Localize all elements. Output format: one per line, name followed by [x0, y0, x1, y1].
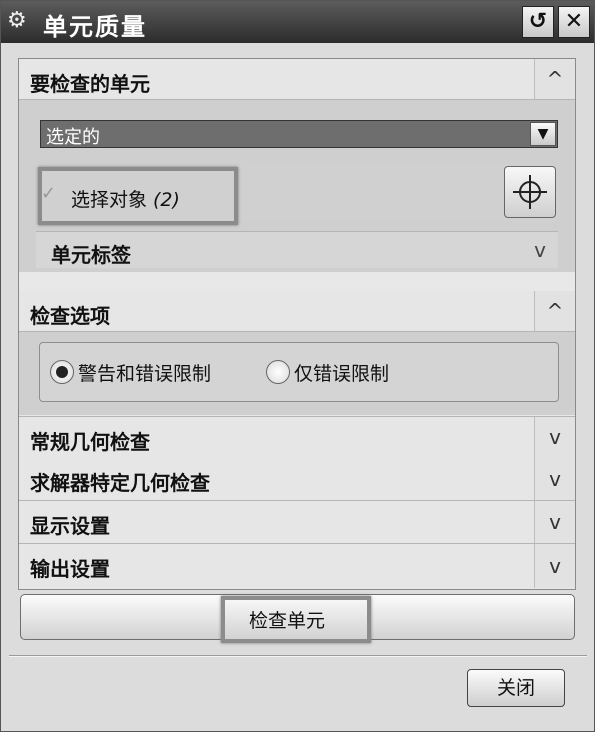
chevron-up-icon[interactable]: ^: [534, 291, 575, 331]
check-elements-label[interactable]: 检查单元: [249, 606, 325, 633]
section-header-display-settings[interactable]: 显示设置 v: [19, 501, 575, 544]
section-header-general-geometry-check[interactable]: 常规几何检查 v: [19, 416, 575, 459]
section-title: 求解器特定几何检查: [30, 471, 210, 495]
close-window-button[interactable]: ✕: [558, 6, 590, 38]
section-title: 常规几何检查: [30, 430, 150, 454]
select-object-highlight: [38, 167, 238, 225]
element-quality-dialog: ⚙ 单元质量 ↺ ✕ 要检查的单元 ^ 选定的 ▼ ✓ 选择对象 (2) 单元标…: [0, 0, 595, 732]
radio-error-only[interactable]: [266, 360, 290, 384]
dialog-panel: 要检查的单元 ^ 选定的 ▼ ✓ 选择对象 (2) 单元标签 v 检查选项 ^ …: [18, 58, 576, 590]
crosshair-icon: [513, 175, 547, 209]
chevron-up-icon[interactable]: ^: [534, 59, 575, 99]
dialog-title: 单元质量: [43, 13, 147, 41]
radio-label-error-only[interactable]: 仅错误限制: [294, 359, 389, 386]
close-icon: ✕: [564, 9, 584, 34]
section-title: 显示设置: [30, 514, 110, 538]
dropdown-value: 选定的: [46, 127, 100, 148]
chevron-down-icon[interactable]: v: [534, 501, 575, 543]
section-title: 输出设置: [30, 557, 110, 581]
section-header-elements-to-check[interactable]: 要检查的单元 ^: [19, 59, 575, 100]
title-bar: ⚙ 单元质量 ↺ ✕: [1, 1, 594, 43]
dropdown-arrow-icon[interactable]: ▼: [530, 122, 556, 146]
subsection-title: 单元标签: [51, 243, 131, 267]
reset-button[interactable]: ↺: [522, 6, 554, 38]
chevron-down-icon[interactable]: v: [534, 458, 575, 500]
section-header-output-settings[interactable]: 输出设置 v: [19, 544, 575, 588]
section-title: 检查选项: [30, 304, 110, 328]
chevron-down-icon[interactable]: v: [534, 544, 575, 588]
selection-scope-dropdown[interactable]: 选定的 ▼: [40, 120, 558, 148]
gear-icon[interactable]: ⚙: [7, 10, 29, 32]
limit-radio-group: 警告和错误限制 仅错误限制: [39, 342, 559, 402]
chevron-down-icon[interactable]: v: [528, 232, 552, 268]
close-button[interactable]: 关闭: [467, 669, 565, 707]
footer-divider: [9, 655, 587, 657]
point-select-button[interactable]: [504, 166, 556, 218]
section-title: 要检查的单元: [30, 72, 150, 96]
section-header-check-options[interactable]: 检查选项 ^: [19, 291, 575, 332]
radio-warning-and-error[interactable]: [50, 360, 74, 384]
radio-selected-dot: [56, 366, 68, 378]
reset-icon: ↺: [528, 9, 548, 34]
section-header-solver-specific-geometry-check[interactable]: 求解器特定几何检查 v: [19, 458, 575, 501]
chevron-down-icon[interactable]: v: [534, 417, 575, 458]
subsection-element-label[interactable]: 单元标签 v: [36, 231, 558, 268]
radio-label-warning-and-error[interactable]: 警告和错误限制: [78, 359, 211, 386]
